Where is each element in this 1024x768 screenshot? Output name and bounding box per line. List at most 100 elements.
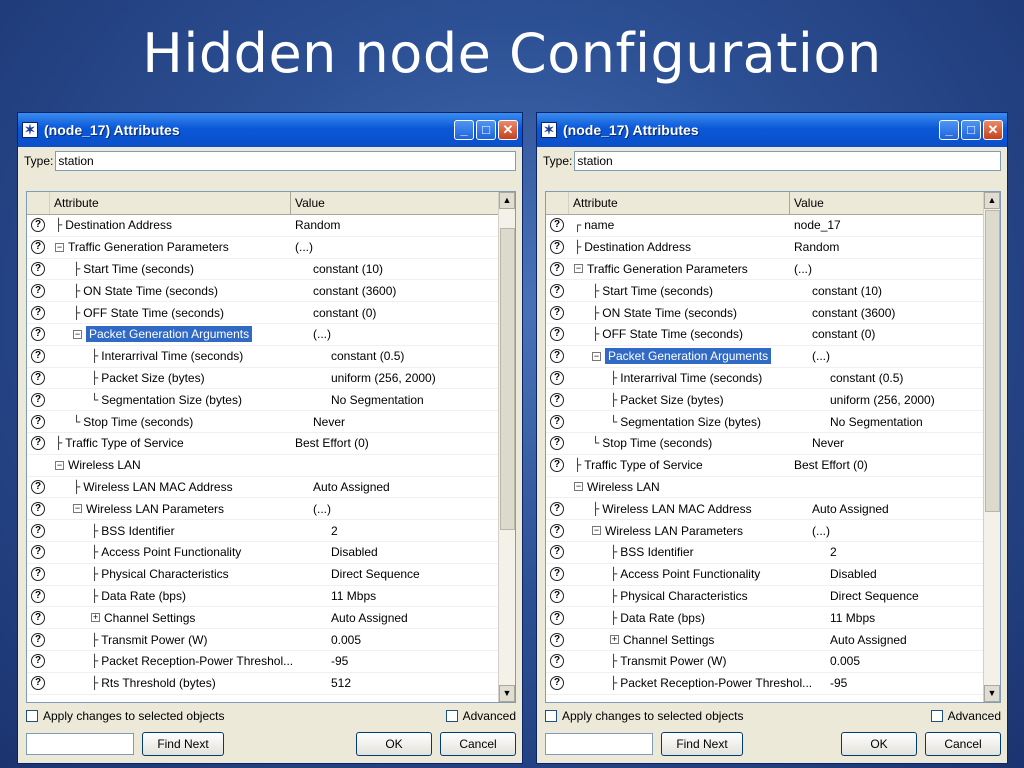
header-attribute[interactable]: Attribute (50, 192, 291, 214)
attribute-value[interactable]: (...) (309, 502, 499, 516)
attribute-row[interactable]: ? ├ Packet Reception-Power Threshol... -95 (27, 651, 499, 673)
expand-icon[interactable]: + (610, 635, 619, 645)
attribute-row[interactable]: ? + Channel Settings Auto Assigned (546, 629, 984, 651)
question-icon[interactable]: ? (550, 458, 564, 473)
attribute-row[interactable]: ? ├ OFF State Time (seconds) constant (0) (546, 324, 984, 346)
attribute-value[interactable]: Never (808, 436, 984, 450)
question-icon[interactable]: ? (31, 545, 45, 560)
question-icon[interactable]: ? (550, 218, 564, 233)
attribute-cell[interactable]: − Wireless LAN (49, 455, 291, 476)
apply-checkbox[interactable] (26, 710, 38, 722)
question-icon[interactable]: ? (31, 392, 45, 407)
attribute-cell[interactable]: ├ Destination Address (49, 215, 291, 236)
attribute-row[interactable]: ? ├ Access Point Functionality Disabled (546, 564, 984, 586)
minimize-button[interactable]: _ (939, 120, 959, 140)
question-icon[interactable]: ? (31, 632, 45, 647)
question-icon[interactable]: ? (550, 676, 564, 691)
attribute-row[interactable]: ? └ Stop Time (seconds) Never (546, 433, 984, 455)
attribute-value[interactable]: No Segmentation (826, 415, 984, 429)
app-icon[interactable]: ✶ (22, 122, 38, 138)
attribute-cell[interactable]: ├ Wireless LAN MAC Address (568, 498, 808, 519)
attribute-row[interactable]: ? ├ Start Time (seconds) constant (10) (27, 259, 499, 281)
attribute-cell[interactable]: − Wireless LAN Parameters (568, 520, 808, 541)
question-icon[interactable]: ? (31, 436, 45, 451)
attribute-row[interactable]: ? − Wireless LAN Parameters (...) (546, 520, 984, 542)
title-bar[interactable]: ✶ (node_17) Attributes _ □ ✕ (18, 113, 522, 147)
vertical-scrollbar[interactable]: ▲ ▼ (983, 192, 1000, 702)
attribute-row[interactable]: ? ├ Packet Reception-Power Threshol... -95 (546, 673, 984, 695)
attribute-value[interactable]: 2 (327, 524, 499, 538)
attribute-value[interactable]: Disabled (826, 567, 984, 581)
attribute-cell[interactable]: ├ ON State Time (seconds) (49, 280, 309, 301)
attribute-row[interactable]: ? ├ BSS Identifier 2 (27, 520, 499, 542)
attribute-cell[interactable]: ├ Packet Size (bytes) (49, 368, 327, 389)
attribute-row[interactable]: ? ├ Data Rate (bps) 11 Mbps (27, 586, 499, 608)
attribute-row[interactable]: ? ├ BSS Identifier 2 (546, 542, 984, 564)
question-icon[interactable]: ? (550, 414, 564, 429)
attribute-value[interactable]: Random (790, 240, 984, 254)
attribute-cell[interactable]: ├ Destination Address (568, 237, 790, 258)
attribute-value[interactable]: 2 (826, 545, 984, 559)
maximize-button[interactable]: □ (961, 120, 981, 140)
attribute-value[interactable]: constant (0) (309, 306, 499, 320)
question-icon[interactable]: ? (31, 218, 45, 233)
attribute-value[interactable]: Direct Sequence (826, 589, 984, 603)
advanced-label[interactable]: Advanced (948, 709, 1001, 723)
question-icon[interactable]: ? (550, 632, 564, 647)
type-field[interactable]: station (574, 151, 1001, 171)
attribute-cell[interactable]: ├ BSS Identifier (49, 520, 327, 541)
minimize-button[interactable]: _ (454, 120, 474, 140)
attribute-row[interactable]: ? ├ Interarrival Time (seconds) constant (0… (27, 346, 499, 368)
attribute-value[interactable]: constant (0.5) (327, 349, 499, 363)
question-icon[interactable]: ? (550, 305, 564, 320)
question-icon[interactable]: ? (31, 588, 45, 603)
attribute-cell[interactable]: ├ OFF State Time (seconds) (568, 324, 808, 345)
collapse-icon[interactable]: − (55, 460, 64, 470)
question-icon[interactable]: ? (31, 501, 45, 516)
attribute-value[interactable]: Best Effort (0) (790, 458, 984, 472)
attribute-value[interactable]: constant (3600) (808, 306, 984, 320)
attribute-value[interactable]: No Segmentation (327, 393, 499, 407)
attribute-cell[interactable]: ├ Data Rate (bps) (49, 586, 327, 607)
attribute-cell[interactable]: ├ Physical Characteristics (49, 564, 327, 585)
question-icon[interactable]: ? (550, 545, 564, 560)
attribute-row[interactable]: ? ├ Packet Size (bytes) uniform (256, 2000) (546, 389, 984, 412)
attribute-row[interactable]: − Wireless LAN (546, 477, 984, 499)
attribute-value[interactable]: constant (0) (808, 327, 984, 341)
question-icon[interactable]: ? (550, 283, 564, 298)
apply-label[interactable]: Apply changes to selected objects (43, 709, 224, 723)
attribute-row[interactable]: ? ├ Physical Characteristics Direct Sequenc… (546, 586, 984, 608)
cancel-button[interactable]: Cancel (440, 732, 516, 756)
attribute-row[interactable]: ? ├ Destination Address Random (546, 237, 984, 259)
question-icon[interactable]: ? (550, 327, 564, 342)
collapse-icon[interactable]: − (73, 504, 82, 514)
collapse-icon[interactable]: − (574, 482, 583, 492)
attribute-row[interactable]: ? − Packet Generation Arguments (...) (546, 346, 984, 368)
attribute-value[interactable]: constant (10) (808, 284, 984, 298)
attribute-row[interactable]: ? ├ Transmit Power (W) 0.005 (27, 629, 499, 651)
collapse-icon[interactable]: − (592, 526, 601, 536)
attribute-cell[interactable]: ├ Transmit Power (W) (568, 651, 826, 672)
question-icon[interactable]: ? (31, 654, 45, 669)
collapse-icon[interactable]: − (592, 351, 601, 361)
attribute-cell[interactable]: └ Segmentation Size (bytes) (568, 411, 826, 432)
attribute-row[interactable]: ? └ Stop Time (seconds) Never (27, 411, 499, 433)
attribute-row[interactable]: ? ├ Rts Threshold (bytes) 512 (27, 673, 499, 695)
attribute-row[interactable]: ? − Traffic Generation Parameters (...) (27, 237, 499, 259)
question-icon[interactable]: ? (31, 240, 45, 255)
scroll-up-button[interactable]: ▲ (499, 192, 515, 209)
question-icon[interactable]: ? (550, 240, 564, 255)
apply-label[interactable]: Apply changes to selected objects (562, 709, 743, 723)
attribute-cell[interactable]: ├ OFF State Time (seconds) (49, 302, 309, 323)
attribute-value[interactable]: 512 (327, 676, 499, 690)
maximize-button[interactable]: □ (476, 120, 496, 140)
attribute-cell[interactable]: ┌ name (568, 215, 790, 236)
scroll-thumb[interactable] (500, 228, 515, 530)
attribute-cell[interactable]: − Traffic Generation Parameters (49, 237, 291, 258)
scroll-up-button[interactable]: ▲ (984, 192, 1000, 209)
attribute-row[interactable]: ? ├ ON State Time (seconds) constant (3600) (546, 302, 984, 324)
question-icon[interactable]: ? (550, 654, 564, 669)
attribute-value[interactable]: -95 (826, 676, 984, 690)
advanced-label[interactable]: Advanced (463, 709, 516, 723)
close-button[interactable]: ✕ (498, 120, 518, 140)
